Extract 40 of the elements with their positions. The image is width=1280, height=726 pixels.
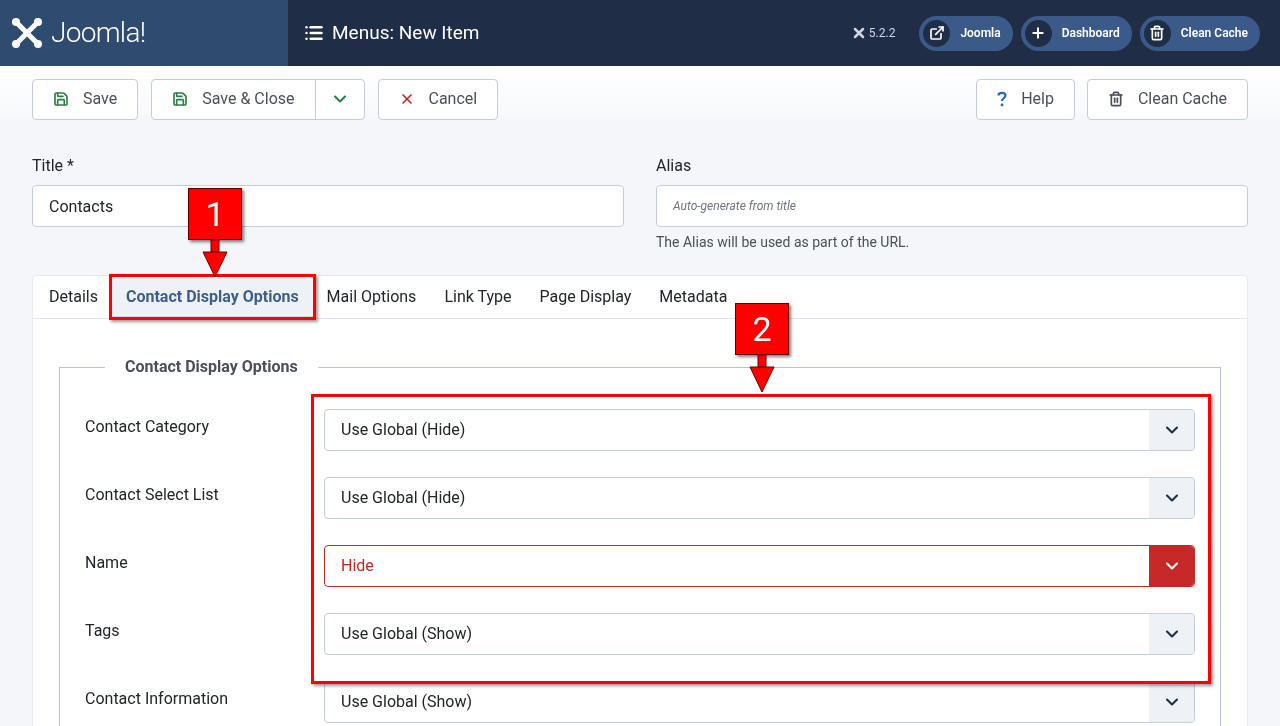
list-icon	[304, 23, 324, 43]
trash-icon	[1107, 91, 1124, 107]
select-field[interactable]: Use Global (Hide)	[324, 477, 1195, 519]
trash-icon	[1149, 25, 1166, 41]
toolbar-button[interactable]: Save	[32, 78, 139, 120]
title-label: Title *	[32, 155, 75, 177]
tab[interactable]: Page Display	[525, 276, 646, 318]
save-close-button[interactable]: Save & Close	[152, 79, 316, 119]
alias-hint: The Alias will be used as part of the URL.	[656, 233, 911, 252]
logo-text: Joomla!	[51, 15, 146, 51]
select-field[interactable]: Hide	[324, 545, 1195, 587]
question-mark-icon	[997, 91, 1008, 107]
header-link[interactable]: Joomla	[919, 15, 1013, 51]
fieldset-legend: Contact Display Options	[105, 355, 318, 379]
toolbar-button[interactable]: Cancel	[377, 78, 499, 120]
field-label: Contact Select List	[85, 484, 220, 506]
field-label: Tags	[85, 620, 121, 642]
tab[interactable]: Mail Options	[312, 276, 431, 318]
joomla-small-icon	[852, 27, 865, 39]
tab[interactable]: Contact Display Options	[111, 276, 313, 318]
header-link[interactable]: Clean Cache	[1139, 15, 1260, 51]
toolbar-button[interactable]: Clean Cache	[1086, 78, 1248, 120]
select-field[interactable]: Use Global (Hide)	[324, 409, 1195, 451]
callout-number: 2	[752, 312, 772, 346]
alias-label: Alias	[656, 155, 693, 177]
select-field[interactable]: Use Global (Show)	[324, 613, 1195, 655]
tab[interactable]: Details	[35, 276, 112, 318]
tab[interactable]: Link Type	[430, 276, 526, 318]
toolbar-button[interactable]: Help	[976, 78, 1075, 120]
field-label: Contact Category	[85, 416, 210, 438]
select-field[interactable]: Use Global (Show)	[324, 681, 1195, 723]
field-label: Contact Information	[85, 688, 229, 710]
page-title: Menus: New Item	[332, 19, 480, 46]
joomla-logo-icon	[11, 17, 43, 49]
version-label: 5.2.2	[868, 25, 896, 42]
external-link-icon	[928, 25, 945, 41]
field-label: Name	[85, 552, 129, 574]
alias-field[interactable]: Auto-generate from title	[656, 185, 1248, 227]
header-link[interactable]: Dashboard	[1020, 15, 1132, 51]
tab[interactable]: Metadata	[645, 276, 742, 318]
